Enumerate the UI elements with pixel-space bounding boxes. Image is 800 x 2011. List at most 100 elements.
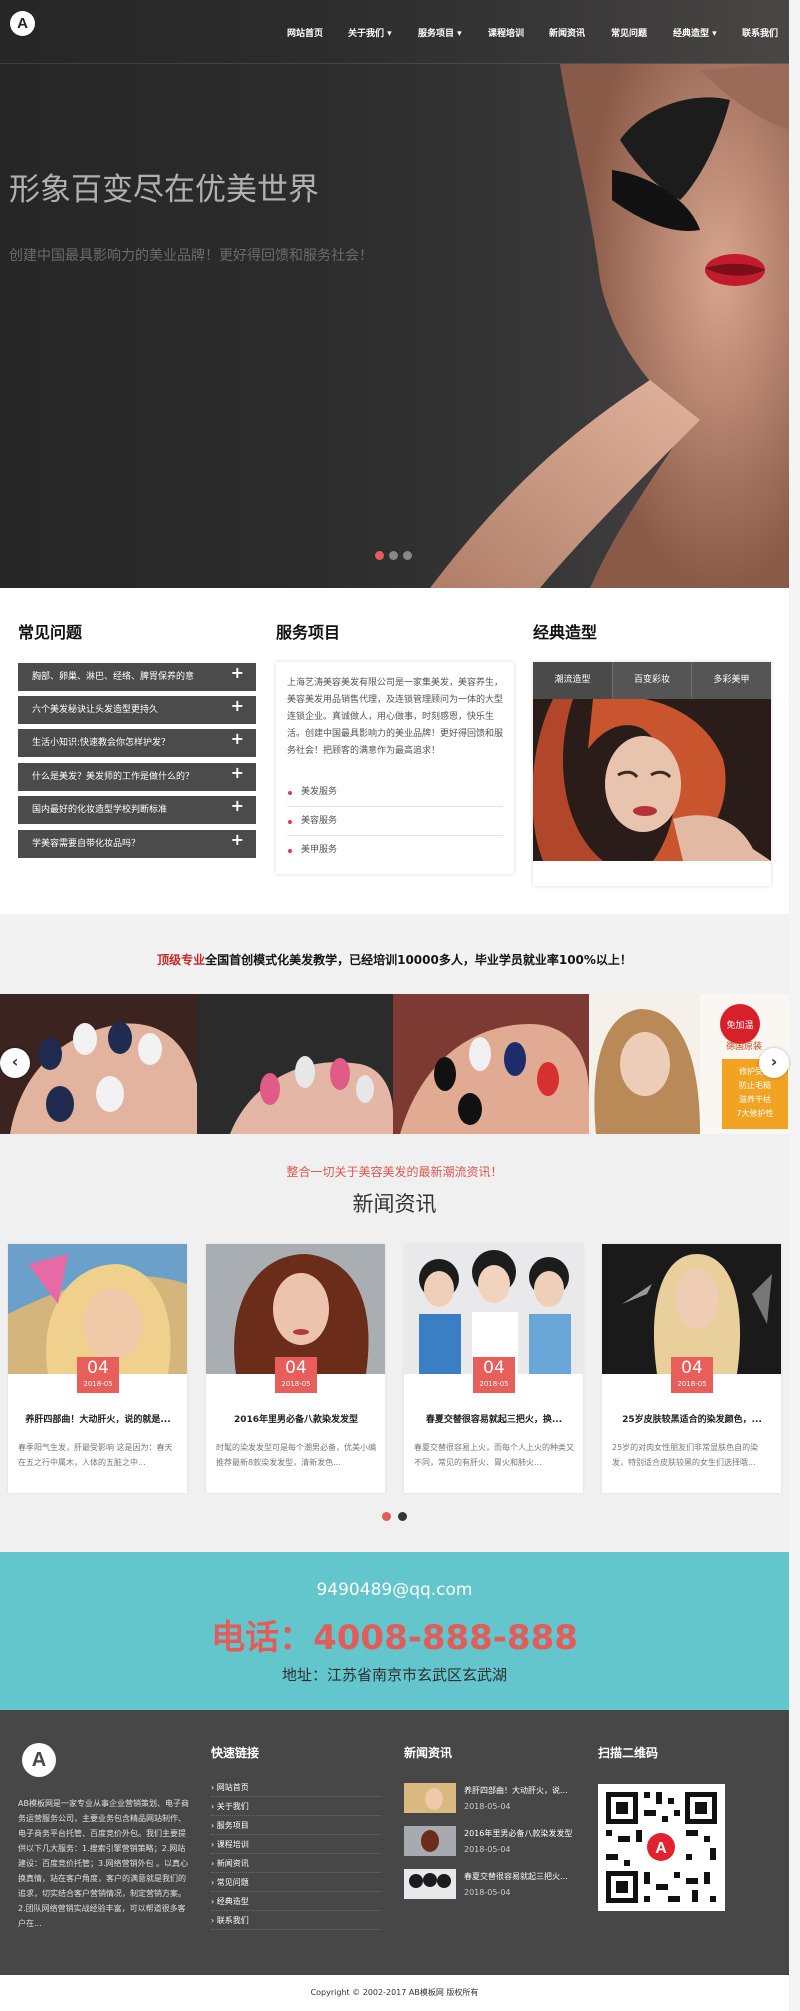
- footer-news-date: 2018-05-04: [464, 1888, 511, 1897]
- service-link-beauty[interactable]: 美容服务: [287, 807, 503, 836]
- plus-icon[interactable]: +: [231, 830, 244, 849]
- footer-logo[interactable]: A: [22, 1743, 56, 1777]
- footer-news-headline[interactable]: 养肝四部曲！大动肝火，说...: [464, 1785, 584, 1796]
- faq-item-3[interactable]: 生活小知识:快速教会你怎样护发？ +: [18, 729, 256, 757]
- hero-dot-3[interactable]: [403, 551, 412, 560]
- footer-news-item[interactable]: 养肝四部曲！大动肝火，说... 2018-05-04: [404, 1783, 584, 1823]
- gallery-carousel: 免加温 德国原装 修护受损 防止毛糙 滋养干枯 7大修护性: [0, 994, 789, 1134]
- footer-news-thumb: [404, 1869, 456, 1899]
- footer-link-about[interactable]: › 关于我们: [211, 1797, 381, 1816]
- footer-link-news[interactable]: › 新闻资讯: [211, 1854, 381, 1873]
- plus-icon[interactable]: +: [231, 729, 244, 748]
- hero-slider: A 网站首页 关于我们 ▾ 服务项目 ▾ 课程培训 新闻资讯 常见问题 经典造型…: [0, 0, 789, 588]
- faq-item-6[interactable]: 学美容需要自带化妆品吗？ +: [18, 830, 256, 858]
- bullet-icon: [288, 849, 292, 853]
- footer-link-training[interactable]: › 课程培训: [211, 1835, 381, 1854]
- news-card[interactable]: 04 2018-05 25岁皮肤较黑适合的染发颜色，... 25岁的对肉女性朋友们…: [602, 1244, 781, 1493]
- contact-address: 地址：江苏省南京市玄武区玄武湖: [281, 1666, 507, 1684]
- footer-news-item[interactable]: 春夏交替很容易就起三把火... 2018-05-04: [404, 1869, 584, 1909]
- faq-item-label: 什么是美发？美发师的工作是做什么的？: [32, 772, 195, 782]
- nav-styles[interactable]: 经典造型 ▾: [673, 26, 717, 39]
- news-summary: 春夏交替很容易上火，而每个人上火的种类又不同，常见的有肝火、胃火和肺火...: [414, 1443, 574, 1467]
- promo-text: 顶级专业全国首创模式化美发教学，已经培训10000多人，毕业学员就业率100%以…: [0, 951, 789, 968]
- news-image-1: [8, 1244, 187, 1374]
- news-card[interactable]: 04 2018-05 春夏交替很容易就起三把火，换... 春夏交替很容易上火，而每…: [404, 1244, 583, 1493]
- nav-services[interactable]: 服务项目 ▾: [418, 26, 462, 39]
- faq-item-label: 国内最好的化妆造型学校判断标准: [32, 805, 168, 815]
- plus-icon[interactable]: +: [231, 696, 244, 715]
- footer-link-services[interactable]: › 服务项目: [211, 1816, 381, 1835]
- product-line: 防止毛糙: [739, 1080, 771, 1090]
- hero-model-image: [430, 64, 789, 588]
- plus-icon[interactable]: +: [231, 796, 244, 815]
- nav-news[interactable]: 新闻资讯: [549, 26, 585, 39]
- footer-news-item[interactable]: 2016年里男必备八款染发发型 2018-05-04: [404, 1826, 584, 1866]
- nav-training[interactable]: 课程培训: [488, 26, 524, 39]
- news-title: 新闻资讯: [352, 1192, 437, 1216]
- news-day: 04: [87, 1358, 109, 1378]
- qr-logo: A: [655, 1840, 667, 1857]
- footer-link-styles[interactable]: › 经典造型: [211, 1892, 381, 1911]
- hero-dot-2[interactable]: [389, 551, 398, 560]
- faq-item-label: 学美容需要自带化妆品吗？: [32, 839, 141, 849]
- faq-item-label: 生活小知识:快速教会你怎样护发？: [32, 738, 171, 748]
- chevron-left-icon: ‹: [11, 1052, 19, 1071]
- footer-news-headline[interactable]: 春夏交替很容易就起三把火...: [464, 1871, 584, 1882]
- news-tagline: 整合一切关于美容美发的最新潮流资讯！: [286, 1165, 503, 1179]
- news-dot-1[interactable]: [382, 1512, 391, 1521]
- faq-item-1[interactable]: 胸部、卵巢、淋巴、经络、脾胃保养的意 +: [18, 663, 256, 691]
- tab-nails[interactable]: 多彩美甲: [692, 662, 771, 699]
- carousel-next-button[interactable]: ›: [759, 1048, 789, 1078]
- news-headline[interactable]: 春夏交替很容易就起三把火，换...: [414, 1412, 574, 1425]
- news-card[interactable]: 04 2018-05 养肝四部曲！大动肝火，说的就是... 春季阳气生发，肝最受影…: [8, 1244, 187, 1493]
- nav-contact[interactable]: 联系我们: [742, 26, 778, 39]
- service-link-nails[interactable]: 美甲服务: [287, 836, 503, 865]
- contact-email[interactable]: 9490489@qq.com: [0, 1580, 789, 1600]
- hero-dot-1[interactable]: [375, 551, 384, 560]
- classic-panel: 潮流造型 百变彩妆 多彩美甲: [533, 662, 771, 886]
- site-logo[interactable]: A: [10, 11, 35, 36]
- news-headline[interactable]: 养肝四部曲！大动肝火，说的就是...: [18, 1412, 178, 1425]
- footer-link-faq[interactable]: › 常见问题: [211, 1873, 381, 1892]
- tab-makeup[interactable]: 百变彩妆: [613, 662, 692, 699]
- services-panel: 上海艺涛美容美发有限公司是一家集美发，美容养生，美容美发用品销售代理，及连锁管理…: [276, 662, 514, 874]
- news-dot-2[interactable]: [398, 1512, 407, 1521]
- gallery-images: 免加温 德国原装 修护受损 防止毛糙 滋养干枯 7大修护性: [0, 994, 789, 1134]
- footer-news-thumb: [404, 1783, 456, 1813]
- news-headline[interactable]: 2016年里男必备八款染发发型: [216, 1412, 376, 1425]
- product-line: 7大修护性: [736, 1108, 773, 1118]
- faq-item-2[interactable]: 六个美发秘诀让头发造型更持久 +: [18, 696, 256, 724]
- news-summary: 春季阳气生发，肝最受影响 这是因为：春天在五之行中属木，人体的五脏之中...: [18, 1443, 173, 1467]
- promo-body: 全国首创模式化美发教学，已经培训10000多人，毕业学员就业率100%以上！: [205, 953, 632, 967]
- nav-home[interactable]: 网站首页: [287, 26, 323, 39]
- faq-item-5[interactable]: 国内最好的化妆造型学校判断标准 +: [18, 796, 256, 824]
- plus-icon[interactable]: +: [231, 663, 244, 682]
- copyright-text: Copyright © 2002-2017 AB模板网 版权所有: [310, 1988, 479, 1997]
- qr-code-image: A: [606, 1792, 717, 1903]
- site-header: A 网站首页 关于我们 ▾ 服务项目 ▾ 课程培训 新闻资讯 常见问题 经典造型…: [0, 0, 789, 64]
- footer-link-contact[interactable]: › 联系我们: [211, 1911, 381, 1930]
- nav-faq[interactable]: 常见问题: [611, 26, 647, 39]
- news-card[interactable]: 04 2018-05 2016年里男必备八款染发发型 时髦的染发发型可是每个潮男必…: [206, 1244, 385, 1493]
- page: A 网站首页 关于我们 ▾ 服务项目 ▾ 课程培训 新闻资讯 常见问题 经典造型…: [0, 0, 800, 2011]
- faq-item-4[interactable]: 什么是美发？美发师的工作是做什么的？ +: [18, 763, 256, 791]
- footer-news-headline[interactable]: 2016年里男必备八款染发发型: [464, 1828, 584, 1839]
- news-image-2: [206, 1244, 385, 1374]
- qr-code: A: [598, 1784, 725, 1911]
- nav-about[interactable]: 关于我们 ▾: [348, 26, 392, 39]
- classic-title: 经典造型: [533, 623, 598, 642]
- service-link-hair[interactable]: 美发服务: [287, 778, 503, 807]
- services-title: 服务项目: [276, 623, 341, 642]
- plus-icon[interactable]: +: [231, 763, 244, 782]
- tab-trend-style[interactable]: 潮流造型: [533, 662, 613, 699]
- carousel-prev-button[interactable]: ‹: [0, 1048, 30, 1078]
- classic-style-image: [533, 699, 771, 861]
- footer-qr-title: 扫描二维码: [598, 1746, 659, 1760]
- news-month: 2018-05: [83, 1380, 113, 1388]
- footer-link-home[interactable]: › 网站首页: [211, 1778, 381, 1797]
- news-day: 04: [285, 1358, 307, 1378]
- news-month: 2018-05: [677, 1380, 707, 1388]
- news-headline[interactable]: 25岁皮肤较黑适合的染发颜色，...: [612, 1412, 772, 1425]
- product-title: 德国原装: [726, 1040, 762, 1052]
- news-date: 04 2018-05: [671, 1357, 713, 1393]
